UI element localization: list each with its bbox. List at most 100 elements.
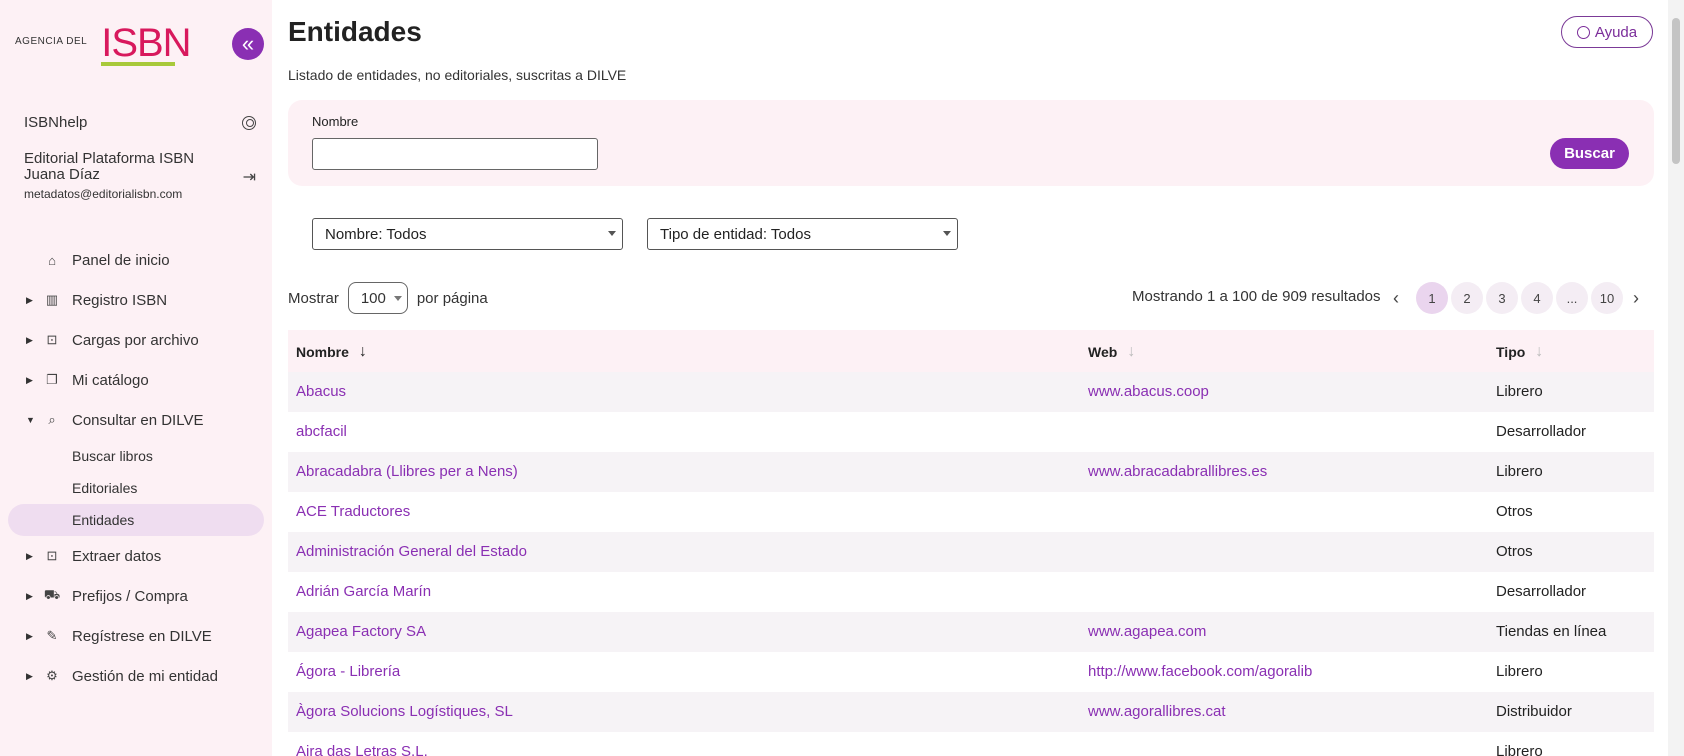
search-panel: Nombre Buscar <box>288 100 1654 186</box>
page-button-10[interactable]: 10 <box>1591 282 1623 314</box>
sidebar-subitem-buscar-libros[interactable]: Buscar libros <box>8 440 264 472</box>
help-button[interactable]: Ayuda <box>1561 16 1653 48</box>
entity-web-link[interactable]: www.agapea.com <box>1088 623 1206 640</box>
gear-icon: ⚙ <box>46 668 58 683</box>
name-filter-select[interactable]: Nombre: Todos <box>312 218 623 250</box>
table-row: Abacus www.abacus.coop Librero <box>288 372 1654 412</box>
caret-down-icon <box>608 231 616 236</box>
entity-name-link[interactable]: Administración General del Estado <box>296 543 527 560</box>
entity-web-link[interactable]: www.abacus.coop <box>1088 383 1209 400</box>
page-button-4[interactable]: 4 <box>1521 282 1553 314</box>
entity-name-link[interactable]: Agapea Factory SA <box>296 623 426 640</box>
isbnhelp-label: ISBNhelp <box>24 114 88 131</box>
caret-down-icon: ▼ <box>26 415 35 425</box>
column-header-nombre[interactable]: Nombre ↓ <box>296 343 367 361</box>
column-header-web[interactable]: Web ↓ <box>1088 343 1135 361</box>
entity-type: Desarrollador <box>1496 583 1587 600</box>
double-chevron-left-icon: « <box>241 31 255 56</box>
table-row: abcfacil Desarrollador <box>288 412 1654 452</box>
page-scrollbar[interactable] <box>1668 0 1684 756</box>
logo-brand-text: ISBN <box>101 21 192 66</box>
table-row: Agapea Factory SA www.agapea.com Tiendas… <box>288 612 1654 652</box>
per-page-suffix: por página <box>416 289 488 307</box>
sidebar-item-extraer-datos[interactable]: ▶ ⊡ Extraer datos <box>0 540 272 572</box>
column-header-tipo[interactable]: Tipo ↓ <box>1496 343 1543 361</box>
logo-agency-text: AGENCIA DEL <box>15 36 88 47</box>
entity-name-link[interactable]: Aira das Letras S.L. <box>296 743 428 756</box>
name-search-input[interactable] <box>312 138 598 170</box>
page-button-2[interactable]: 2 <box>1451 282 1483 314</box>
page-button-3[interactable]: 3 <box>1486 282 1518 314</box>
entity-name-link[interactable]: Ágora - Librería <box>296 663 400 680</box>
sidebar-item-consultar-en-dilve[interactable]: ▼ ⌕ Consultar en DILVE <box>0 404 272 436</box>
table-header: Nombre ↓ Web ↓ Tipo ↓ <box>288 330 1654 372</box>
column-label: Nombre <box>296 344 349 360</box>
entity-web-link[interactable]: www.agorallibres.cat <box>1088 703 1226 720</box>
isbn-logo[interactable]: AGENCIA DEL ISBN <box>15 21 192 66</box>
prev-page-icon[interactable]: ‹ <box>1384 282 1408 314</box>
sort-down-arrow-icon: ↓ <box>358 343 367 360</box>
caret-right-icon: ▶ <box>26 294 33 305</box>
sidebar-item-prefijos-compra[interactable]: ▶ ⛟ Prefijos / Compra <box>0 580 272 612</box>
caret-right-icon: ▶ <box>26 374 33 385</box>
scrollbar-thumb[interactable] <box>1672 18 1680 164</box>
sort-arrow-icon: ↓ <box>1535 343 1544 360</box>
entity-type: Distribuidor <box>1496 703 1572 720</box>
entity-name-link[interactable]: ACE Traductores <box>296 503 410 520</box>
page-button-1[interactable]: 1 <box>1416 282 1448 314</box>
column-label: Web <box>1088 344 1118 360</box>
sidebar-item-label: Mi catálogo <box>72 371 149 389</box>
user-name: Juana Díaz <box>24 166 100 183</box>
sidebar-subitem-entidades[interactable]: Entidades <box>8 504 264 536</box>
next-page-icon[interactable]: › <box>1624 282 1648 314</box>
entity-name-link[interactable]: Adrián García Marín <box>296 583 431 600</box>
sidebar-item-registro-isbn[interactable]: ▶ ▥ Registro ISBN <box>0 284 272 316</box>
entity-web-link[interactable]: http://www.facebook.com/agoralib <box>1088 663 1312 680</box>
entity-type: Librero <box>1496 663 1543 680</box>
help-circle-icon <box>1576 25 1590 39</box>
table-row: Àgora Solucions Logístiques, SL www.agor… <box>288 692 1654 732</box>
lifebuoy-icon <box>242 115 256 130</box>
sidebar-item-label: Consultar en DILVE <box>72 411 204 429</box>
sidebar-item-label: Registro ISBN <box>72 291 168 309</box>
page-subtitle: Listado de entidades, no editoriales, su… <box>288 67 627 83</box>
entity-web-link[interactable]: www.abracadabrallibres.es <box>1088 463 1267 480</box>
caret-right-icon: ▶ <box>26 590 33 601</box>
sidebar-item-label: Prefijos / Compra <box>72 587 188 605</box>
sidebar-item-panel-de-inicio[interactable]: ⌂ Panel de inicio <box>0 244 272 276</box>
entity-name-link[interactable]: abcfacil <box>296 423 347 440</box>
sidebar-item-label: Panel de inicio <box>72 251 170 269</box>
caret-down-icon <box>393 296 402 301</box>
sidebar-item-registrese-en-dilve[interactable]: ▶ ✎ Regístrese en DILVE <box>0 620 272 652</box>
name-filter-value: Nombre: Todos <box>325 225 427 243</box>
sidebar-item-mi-catalogo[interactable]: ▶ ❐ Mi catálogo <box>0 364 272 396</box>
logout-icon[interactable]: ⇥ <box>243 167 256 187</box>
entity-name-link[interactable]: Abacus <box>296 383 346 400</box>
sidebar-subitem-editoriales[interactable]: Editoriales <box>8 472 264 504</box>
sidebar-item-gestion-de-mi-entidad[interactable]: ▶ ⚙ Gestión de mi entidad <box>0 660 272 692</box>
entity-name-link[interactable]: Àgora Solucions Logístiques, SL <box>296 703 513 720</box>
search-button[interactable]: Buscar <box>1550 138 1629 169</box>
sidebar-item-label: Regístrese en DILVE <box>72 627 212 645</box>
sidebar-item-label: Extraer datos <box>72 547 162 565</box>
user-email: metadatos@editorialisbn.com <box>24 187 183 201</box>
cart-icon: ⛟ <box>43 587 61 602</box>
column-label: Tipo <box>1496 344 1526 360</box>
table-row: Administración General del Estado Otros <box>288 532 1654 572</box>
table-row: Ágora - Librería http://www.facebook.com… <box>288 652 1654 692</box>
results-count: Mostrando 1 a 100 de 909 resultados <box>1132 288 1381 305</box>
entity-name-link[interactable]: Abracadabra (Llibres per a Nens) <box>296 463 518 480</box>
entity-type: Tiendas en línea <box>1496 623 1607 640</box>
catalog-icon: ❐ <box>46 372 58 387</box>
home-icon: ⌂ <box>48 252 56 268</box>
caret-right-icon: ▶ <box>26 630 33 641</box>
search-icon: ⌕ <box>48 412 56 427</box>
collapse-sidebar-button[interactable]: « <box>232 28 264 60</box>
sidebar-item-cargas-por-archivo[interactable]: ▶ ⊡ Cargas por archivo <box>0 324 272 356</box>
table-row: Adrián García Marín Desarrollador <box>288 572 1654 612</box>
isbnhelp-link[interactable]: ISBNhelp <box>24 114 256 131</box>
caret-right-icon: ▶ <box>26 670 33 681</box>
sidebar: AGENCIA DEL ISBN « ISBNhelp Editorial Pl… <box>0 0 272 756</box>
entity-type-filter-select[interactable]: Tipo de entidad: Todos <box>647 218 958 250</box>
per-page-select[interactable]: 100 <box>347 282 408 314</box>
